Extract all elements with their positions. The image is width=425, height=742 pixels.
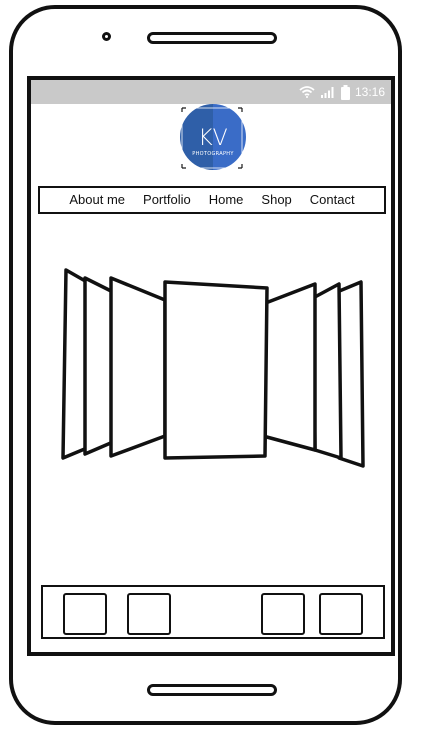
main-nav: About me Portfolio Home Shop Contact <box>38 186 386 214</box>
home-button[interactable] <box>147 684 277 696</box>
carousel-slide-right-1[interactable] <box>261 282 317 452</box>
nav-item-home[interactable]: Home <box>200 188 253 212</box>
nav-item-shop[interactable]: Shop <box>252 188 300 212</box>
carousel-slide-right-2[interactable] <box>311 282 343 460</box>
nav-item-contact[interactable]: Contact <box>301 188 364 212</box>
logo[interactable]: KV PHOTOGRAPHY <box>172 104 252 172</box>
nav-item-about-me[interactable]: About me <box>60 188 134 212</box>
logo-letters: KV <box>198 126 227 151</box>
thumbnail-bar <box>41 585 385 639</box>
nav-item-portfolio[interactable]: Portfolio <box>134 188 200 212</box>
battery-icon <box>340 84 350 100</box>
carousel-slide-left-1[interactable] <box>109 276 167 458</box>
signal-icon <box>320 87 334 98</box>
carousel-slide-center[interactable] <box>163 280 269 460</box>
wifi-icon <box>299 86 315 98</box>
status-icons: 13:16 <box>299 84 385 100</box>
logo-graphic: KV PHOTOGRAPHY <box>180 104 246 170</box>
thumbnail-1[interactable] <box>63 593 107 635</box>
carousel-graphic <box>61 268 365 468</box>
status-bar: 13:16 <box>31 80 391 104</box>
carousel-slide-left-2[interactable] <box>83 276 115 456</box>
thumbnail-4[interactable] <box>319 593 363 635</box>
earpiece-speaker <box>147 32 277 44</box>
screen: 13:16 KV PHOTOGRAPHY About me Portfolio … <box>27 76 395 656</box>
status-time: 13:16 <box>354 85 385 99</box>
front-camera <box>102 32 111 41</box>
image-carousel[interactable] <box>55 260 371 475</box>
thumbnail-2[interactable] <box>127 593 171 635</box>
thumbnail-3[interactable] <box>261 593 305 635</box>
logo-tagline: PHOTOGRAPHY <box>192 151 234 157</box>
